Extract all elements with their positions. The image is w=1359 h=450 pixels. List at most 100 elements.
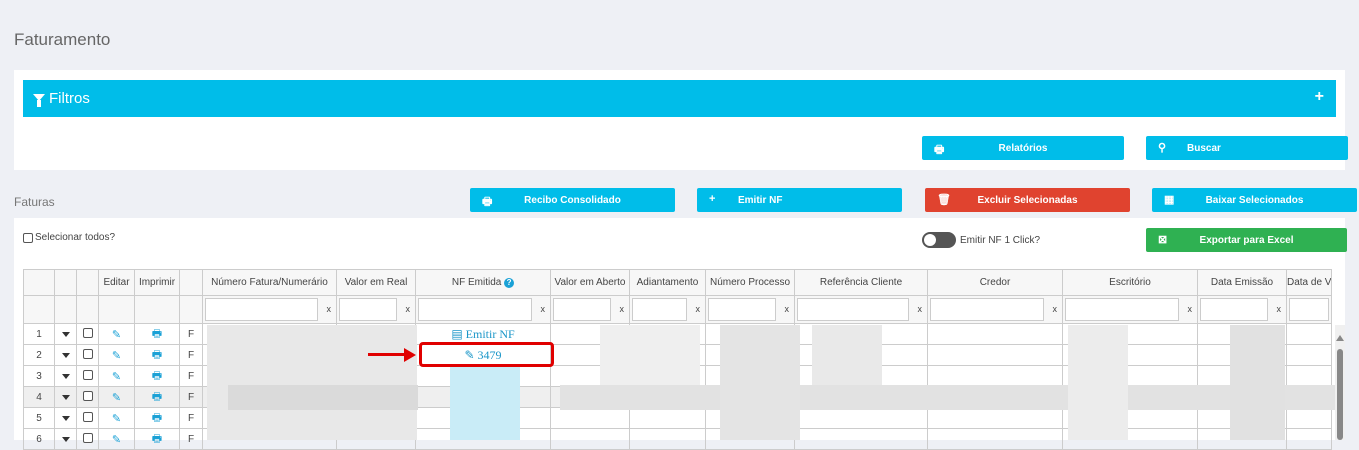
clear-filter-icon[interactable]: x	[327, 304, 332, 314]
edit-icon: ✎	[111, 349, 122, 362]
row-edit-button[interactable]: ✎	[98, 386, 135, 408]
column-header-credor[interactable]: Credor	[927, 269, 1063, 296]
clear-filter-icon[interactable]: x	[785, 304, 790, 314]
row-number: 6	[23, 428, 55, 450]
column-header-adiantamento[interactable]: Adiantamento	[629, 269, 706, 296]
redacted-block	[1230, 325, 1285, 440]
printer-icon: 🖶	[934, 144, 945, 156]
clear-filter-icon[interactable]: x	[541, 304, 546, 314]
clear-filter-icon[interactable]: x	[1053, 304, 1058, 314]
filter-input-valor-aberto[interactable]	[553, 298, 611, 321]
row-print-button[interactable]: 🖶	[134, 428, 180, 450]
expand-icon[interactable]: +	[1315, 88, 1324, 106]
column-header-nf-emitida[interactable]: NF Emitida ?	[415, 269, 551, 296]
column-header-editar[interactable]: Editar	[98, 269, 135, 296]
edit-icon: ✎	[111, 412, 122, 425]
row-select-checkbox[interactable]	[76, 428, 99, 450]
trash-icon: 🗑	[937, 194, 951, 206]
row-number: 5	[23, 407, 55, 429]
redacted-block	[812, 325, 882, 385]
redacted-block	[450, 367, 520, 440]
clear-filter-icon[interactable]: x	[918, 304, 923, 314]
row-expand-dropdown[interactable]	[54, 323, 77, 345]
printer-icon: 🖶	[151, 327, 163, 340]
exportar-excel-button[interactable]: ⊠ Exportar para Excel	[1146, 228, 1347, 252]
row-select-checkbox[interactable]	[76, 365, 99, 387]
row-print-button[interactable]: 🖶	[134, 365, 180, 387]
column-header-data-emissao[interactable]: Data Emissão	[1197, 269, 1287, 296]
column-header-escritorio[interactable]: Escritório	[1062, 269, 1198, 296]
filter-input-adiantamento[interactable]	[632, 298, 687, 321]
baixar-label: Baixar Selecionados	[1205, 194, 1304, 206]
row-print-button[interactable]: 🖶	[134, 407, 180, 429]
row-print-button[interactable]: 🖶	[134, 323, 180, 345]
column-header-numero-processo[interactable]: Número Processo	[705, 269, 795, 296]
filter-input-numero-fatura[interactable]	[205, 298, 318, 321]
filter-input-referencia-cliente[interactable]	[797, 298, 909, 321]
caret-down-icon	[61, 331, 70, 337]
redacted-block	[228, 385, 418, 410]
relatorios-button[interactable]: 🖶 Relatórios	[922, 136, 1124, 160]
baixar-selecionados-button[interactable]: ▦ Baixar Selecionados	[1152, 188, 1357, 212]
column-header-valor-aberto[interactable]: Valor em Aberto	[550, 269, 630, 296]
column-header-data-vencimento[interactable]: Data de V	[1285, 269, 1333, 296]
filter-input-credor[interactable]	[930, 298, 1044, 321]
row-print-button[interactable]: 🖶	[134, 386, 180, 408]
recibo-consolidado-button[interactable]: 🖶 Recibo Consolidado	[470, 188, 675, 212]
edit-icon: ✎	[111, 391, 122, 404]
row-expand-dropdown[interactable]	[54, 365, 77, 387]
row-edit-button[interactable]: ✎	[98, 365, 135, 387]
row-select-checkbox[interactable]	[76, 407, 99, 429]
row-edit-button[interactable]: ✎	[98, 428, 135, 450]
row-number: 2	[23, 344, 55, 366]
caret-down-icon	[61, 436, 70, 442]
select-all[interactable]: Selecionar todos?	[23, 232, 115, 243]
buscar-button[interactable]: ⚲ Buscar	[1146, 136, 1348, 160]
filter-input-data-vencimento[interactable]	[1289, 298, 1330, 321]
row-expand-dropdown[interactable]	[54, 407, 77, 429]
excluir-selecionadas-button[interactable]: 🗑 Excluir Selecionadas	[925, 188, 1130, 212]
filter-input-valor-real[interactable]	[339, 298, 397, 321]
caret-down-icon	[61, 373, 70, 379]
column-header-valor-real[interactable]: Valor em Real	[336, 269, 416, 296]
emitir-1click-toggle[interactable]	[922, 232, 956, 248]
nf-emitida-label: NF Emitida	[451, 277, 502, 288]
row-edit-button[interactable]: ✎	[98, 323, 135, 345]
filter-input-nf-emitida[interactable]	[418, 298, 532, 321]
select-all-checkbox[interactable]	[23, 232, 33, 243]
clear-filter-icon[interactable]: x	[1188, 304, 1193, 314]
column-header-numero-fatura[interactable]: Número Fatura/Numerário	[202, 269, 337, 296]
row-expand-dropdown[interactable]	[54, 386, 77, 408]
calculator-icon: ▦	[1164, 194, 1175, 206]
filter-input-numero-processo[interactable]	[708, 298, 776, 321]
row-select-checkbox[interactable]	[76, 386, 99, 408]
row-edit-button[interactable]: ✎	[98, 407, 135, 429]
clear-filter-icon[interactable]: x	[696, 304, 701, 314]
scrollbar-thumb[interactable]	[1337, 349, 1343, 440]
emitir-nf-button[interactable]: + Emitir NF	[697, 188, 902, 212]
column-header-imprimir[interactable]: Imprimir	[134, 269, 180, 296]
row-edit-button[interactable]: ✎	[98, 344, 135, 366]
row-print-button[interactable]: 🖶	[134, 344, 180, 366]
clear-filter-icon[interactable]: x	[406, 304, 411, 314]
clear-filter-icon[interactable]: x	[620, 304, 625, 314]
scroll-up-icon[interactable]	[1336, 335, 1344, 341]
clear-filter-icon[interactable]: x	[1277, 304, 1282, 314]
vertical-scrollbar[interactable]	[1335, 325, 1345, 440]
filters-panel-header[interactable]: Filtros +	[23, 80, 1336, 117]
filter-input-escritorio[interactable]	[1065, 298, 1179, 321]
arrow-right-icon	[404, 348, 416, 362]
filter-input-data-emissao[interactable]	[1200, 298, 1268, 321]
row-expand-dropdown[interactable]	[54, 344, 77, 366]
help-icon[interactable]: ?	[504, 278, 515, 288]
emitir-1click-toggle-wrap: Emitir NF 1 Click?	[922, 232, 1040, 248]
document-icon: ▤	[451, 326, 466, 341]
row-select-checkbox[interactable]	[76, 323, 99, 345]
row-select-checkbox[interactable]	[76, 344, 99, 366]
row-expand-dropdown[interactable]	[54, 428, 77, 450]
exportar-label: Exportar para Excel	[1199, 234, 1294, 246]
caret-down-icon	[61, 415, 70, 421]
column-header-referencia-cliente[interactable]: Referência Cliente	[794, 269, 928, 296]
column-header	[23, 269, 55, 296]
caret-down-icon	[61, 394, 70, 400]
